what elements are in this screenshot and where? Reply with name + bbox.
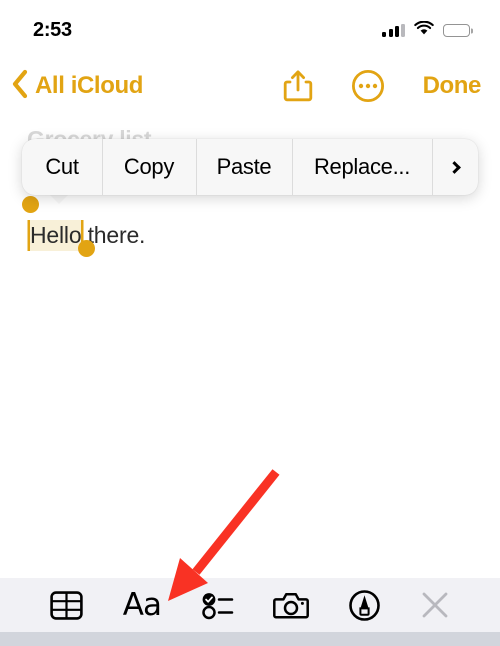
status-bar: 2:53: [0, 0, 500, 58]
text-edit-context-menu: Cut Copy Paste Replace...: [22, 139, 478, 195]
cellular-signal-icon: [382, 24, 405, 37]
menu-item-replace-label: Replace...: [313, 154, 411, 179]
menu-item-paste[interactable]: Paste: [196, 139, 292, 195]
menu-item-replace[interactable]: Replace...: [292, 139, 432, 195]
selection-handle-end[interactable]: [78, 240, 95, 257]
battery-icon: [443, 24, 470, 37]
back-button-label: All iCloud: [35, 72, 143, 99]
nav-actions: Done: [283, 69, 481, 103]
done-button[interactable]: Done: [423, 72, 482, 100]
chevron-left-icon: [11, 69, 28, 104]
navigation-bar: All iCloud Done: [0, 58, 500, 114]
wifi-icon: [414, 20, 434, 41]
close-icon[interactable]: [420, 590, 450, 620]
home-indicator-strip: [0, 632, 500, 646]
table-icon[interactable]: [50, 590, 83, 620]
markup-pen-icon[interactable]: [349, 589, 381, 621]
status-bar-indicators: [382, 18, 470, 41]
note-editor-toolbar: Aa: [0, 578, 500, 632]
share-icon[interactable]: [283, 69, 313, 103]
ellipsis-circle-icon[interactable]: [351, 69, 385, 103]
menu-item-cut-label: Cut: [45, 154, 79, 179]
menu-item-copy-label: Copy: [123, 154, 175, 179]
menu-item-copy[interactable]: Copy: [102, 139, 196, 195]
format-aa-icon[interactable]: Aa: [123, 589, 162, 621]
status-bar-time: 2:53: [33, 18, 72, 41]
menu-item-cut[interactable]: Cut: [22, 139, 102, 195]
chevron-right-icon: [447, 160, 461, 174]
back-button[interactable]: All iCloud: [11, 69, 143, 104]
camera-icon[interactable]: [273, 591, 310, 620]
checklist-icon[interactable]: [201, 591, 234, 620]
menu-item-paste-label: Paste: [216, 154, 272, 179]
menu-item-more[interactable]: [432, 139, 478, 195]
selection-handle-start[interactable]: [22, 196, 39, 213]
selected-text[interactable]: Hello: [30, 220, 82, 251]
